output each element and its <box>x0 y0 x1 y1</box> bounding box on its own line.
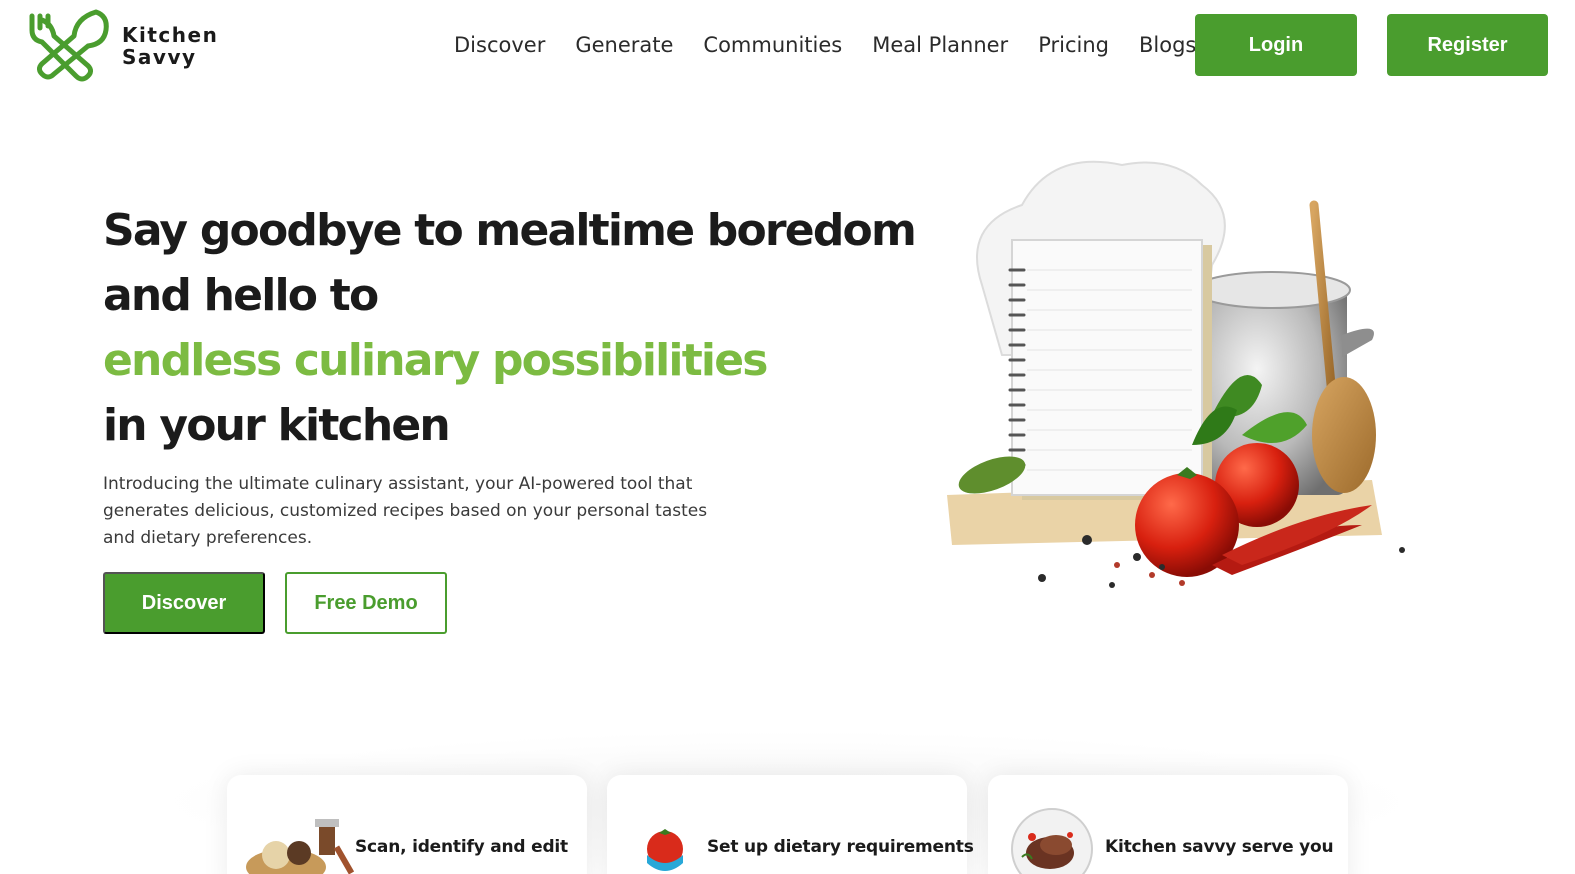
nav-item-blogs[interactable]: Blogs <box>1139 30 1196 60</box>
hero-headline-line2: and hello to <box>103 270 379 321</box>
feature-card-scan[interactable]: Scan, identify and edit <box>227 775 587 874</box>
login-button[interactable]: Login <box>1195 14 1357 76</box>
hero-description: Introducing the ultimate culinary assist… <box>103 474 708 548</box>
spices-icon <box>246 819 355 874</box>
hero-headline: Say goodbye to mealtime boredom and hell… <box>103 198 917 458</box>
feature-card-scan-text: Scan, identify and edit <box>355 837 568 857</box>
feature-card-dietary-text: Set up dietary requirements <box>707 837 974 857</box>
feature-card-serve-text: Kitchen savvy serve you <box>1105 837 1334 857</box>
hero-headline-line4: in your kitchen <box>103 400 451 451</box>
nav-item-meal-planner[interactable]: Meal Planner <box>872 30 1008 60</box>
fork-spoon-logo-icon <box>29 9 109 82</box>
feature-card-serve[interactable]: Kitchen savvy serve you <box>988 775 1348 874</box>
main-nav: Discover Generate Communities Meal Plann… <box>454 30 1226 60</box>
nav-item-discover[interactable]: Discover <box>454 30 545 60</box>
hero-headline-line1: Say goodbye to mealtime boredom <box>103 205 917 256</box>
brand-logo[interactable]: Kitchen Savvy <box>26 8 226 84</box>
hero-headline-accent: endless culinary possibilities <box>103 335 768 386</box>
brand-name-line1: Kitchen <box>122 23 219 47</box>
register-button[interactable]: Register <box>1387 14 1548 76</box>
discover-button[interactable]: Discover <box>103 572 265 634</box>
tomato-measuring-tape-icon <box>647 829 683 871</box>
nav-item-generate[interactable]: Generate <box>575 30 673 60</box>
site-header: Kitchen Savvy Discover Generate Communit… <box>0 0 1575 92</box>
feature-card-dietary[interactable]: Set up dietary requirements <box>607 775 974 874</box>
brand-name: Kitchen Savvy <box>122 24 218 68</box>
free-demo-button[interactable]: Free Demo <box>285 572 447 634</box>
brand-name-line2: Savvy <box>122 45 197 69</box>
nav-item-pricing[interactable]: Pricing <box>1038 30 1109 60</box>
steak-plate-icon <box>1011 808 1093 874</box>
nav-item-communities[interactable]: Communities <box>703 30 842 60</box>
kitchen-hero-image <box>947 160 1405 588</box>
